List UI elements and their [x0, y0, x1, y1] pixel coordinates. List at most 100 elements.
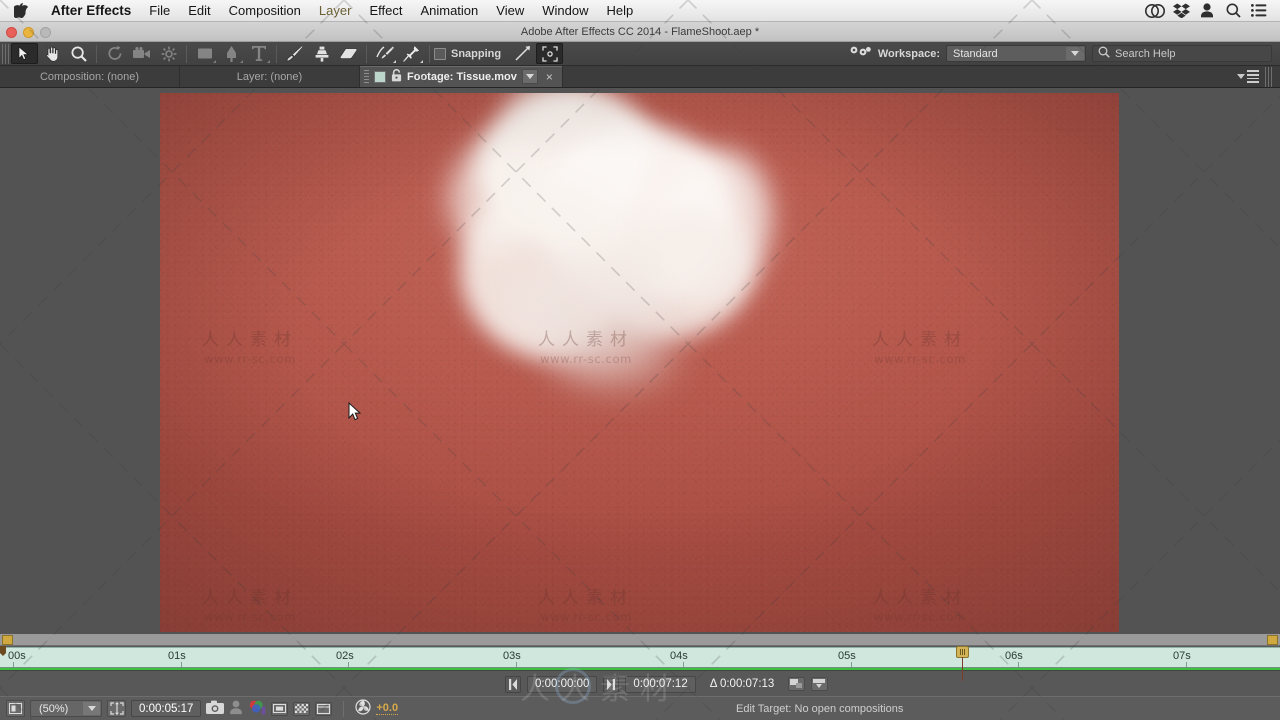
roto-brush-tool[interactable]: [371, 43, 398, 64]
menu-item-effect[interactable]: Effect: [360, 0, 411, 22]
close-button[interactable]: [6, 26, 17, 38]
panel-resize-grip[interactable]: [1265, 66, 1274, 87]
menu-item-after-effects[interactable]: After Effects: [42, 0, 140, 22]
selection-tool[interactable]: [11, 43, 38, 64]
pan-behind-tool[interactable]: [155, 43, 182, 64]
window-title-bar: Adobe After Effects CC 2014 - FlameShoot…: [0, 22, 1280, 42]
chevron-down-icon[interactable]: [83, 702, 100, 715]
transport-bar: 0:00:00:00 0:00:07:12 Δ 0:00:07:13: [0, 670, 1280, 696]
current-time-field[interactable]: 0:00:05:17: [131, 700, 202, 717]
workspace-dropdown[interactable]: Standard: [946, 45, 1086, 62]
creative-cloud-icon[interactable]: [1142, 0, 1168, 22]
current-time-indicator[interactable]: [956, 646, 969, 681]
footage-viewer-panel[interactable]: 人人素材 www.rr-sc.com 人人素材 www.rr-sc.com 人人…: [0, 88, 1280, 634]
menu-item-edit[interactable]: Edit: [179, 0, 219, 22]
magnification-dropdown[interactable]: (50%): [30, 700, 102, 717]
pen-tool[interactable]: [218, 43, 245, 64]
panel-menu-icon[interactable]: [1237, 70, 1259, 83]
time-ruler[interactable]: 00s 01s 02s 03s 04s 05s 06s 07s: [0, 647, 1280, 668]
ruler-tick-0: 00s: [8, 650, 26, 662]
window-controls: [6, 22, 51, 42]
menu-item-animation[interactable]: Animation: [411, 0, 487, 22]
dropbox-icon[interactable]: [1168, 0, 1194, 22]
toolbar-right-group: Workspace: Standard Search Help: [850, 45, 1280, 62]
rotation-tool[interactable]: [101, 43, 128, 64]
viewer-tab-bar: Composition: (none) Layer: (none) Footag…: [0, 66, 1280, 88]
work-area-start-handle[interactable]: [2, 635, 13, 645]
ruler-tick-7: 07s: [1173, 650, 1191, 662]
zoom-button[interactable]: [40, 26, 51, 38]
workspace-switch-icon[interactable]: [850, 45, 872, 62]
transparency-grid-icon[interactable]: [293, 701, 311, 716]
zoom-tool[interactable]: [65, 43, 92, 64]
chevron-down-icon[interactable]: [1066, 47, 1084, 60]
camera-tool[interactable]: [128, 43, 155, 64]
search-help-input[interactable]: Search Help: [1092, 45, 1272, 62]
eraser-tool[interactable]: [335, 43, 362, 64]
shape-tool[interactable]: [191, 43, 218, 64]
lock-icon[interactable]: [391, 68, 402, 85]
tab-dropdown-button[interactable]: [521, 69, 538, 84]
tab-layer[interactable]: Layer: (none): [180, 66, 360, 87]
toolbar-grip[interactable]: [2, 43, 11, 64]
tool-expand-corner: [420, 60, 423, 63]
menu-item-layer[interactable]: Layer: [310, 0, 361, 22]
hand-tool[interactable]: [38, 43, 65, 64]
status-left-icons: (50%) 0:00:05:17 +0.0: [0, 699, 399, 718]
work-area-end-handle[interactable]: [1267, 635, 1278, 645]
out-point-icon[interactable]: [603, 675, 620, 693]
search-icon: [1098, 46, 1110, 61]
menu-item-view[interactable]: View: [487, 0, 533, 22]
always-preview-this-view-icon[interactable]: [6, 700, 25, 717]
tab-layer-label: Layer: (none): [236, 70, 303, 83]
tab-drag-grip[interactable]: [364, 69, 369, 84]
tab-composition[interactable]: Composition: (none): [0, 66, 180, 87]
exposure-value[interactable]: +0.0: [376, 702, 399, 715]
resolution-icon[interactable]: [271, 701, 289, 716]
tab-close-icon[interactable]: ×: [543, 70, 556, 84]
after-effects-window: After Effects File Edit Composition Laye…: [0, 0, 1280, 720]
user-icon[interactable]: [1194, 0, 1220, 22]
playhead-line: [962, 657, 963, 681]
menu-item-window[interactable]: Window: [533, 0, 597, 22]
ruler-tick-1: 01s: [168, 650, 186, 662]
footage-image[interactable]: 人人素材 www.rr-sc.com 人人素材 www.rr-sc.com 人人…: [160, 93, 1119, 632]
type-tool[interactable]: [245, 43, 272, 64]
tool-divider: [96, 44, 97, 63]
exposure-icon[interactable]: [355, 699, 371, 718]
menu-item-help[interactable]: Help: [597, 0, 642, 22]
tab-composition-label: Composition: (none): [39, 70, 140, 83]
snapping-checkbox[interactable]: [434, 47, 446, 60]
snapping-arrow-icon[interactable]: [509, 43, 536, 64]
lift-work-area-icon[interactable]: [788, 677, 806, 691]
mouse-cursor-icon: [348, 401, 362, 427]
puppet-pin-tool[interactable]: [398, 43, 425, 64]
tool-divider: [366, 44, 367, 63]
minimize-button[interactable]: [23, 26, 34, 38]
apple-logo-icon[interactable]: [14, 2, 30, 19]
menu-item-composition[interactable]: Composition: [220, 0, 310, 22]
tab-footage-label: Footage: Tissue.mov: [407, 70, 517, 83]
notification-center-icon[interactable]: [1246, 0, 1272, 22]
search-help-placeholder: Search Help: [1115, 47, 1176, 60]
tool-expand-corner: [393, 60, 396, 63]
clone-stamp-tool[interactable]: [308, 43, 335, 64]
out-point-field[interactable]: 0:00:07:12: [625, 675, 696, 693]
spotlight-search-icon[interactable]: [1220, 0, 1246, 22]
ruler-tick-6: 06s: [1005, 650, 1023, 662]
in-point-icon[interactable]: [505, 675, 521, 693]
time-ruler-top-strip: [0, 634, 1280, 646]
region-of-interest-icon[interactable]: [107, 700, 126, 717]
edit-target-status: Edit Target: No open compositions: [736, 703, 904, 715]
take-snapshot-icon[interactable]: [206, 700, 225, 717]
duration-field[interactable]: Δ 0:00:07:13: [702, 676, 783, 693]
tab-footage[interactable]: Footage: Tissue.mov ×: [360, 66, 563, 87]
brush-tool[interactable]: [281, 43, 308, 64]
show-snapshot-icon[interactable]: [229, 700, 243, 718]
show-channel-icon[interactable]: [248, 700, 266, 718]
extract-work-area-icon[interactable]: [811, 677, 829, 691]
menu-item-file[interactable]: File: [140, 0, 179, 22]
snapping-bounding-box-icon[interactable]: [536, 43, 564, 64]
view-layout-icon[interactable]: [315, 701, 333, 716]
tool-divider: [186, 44, 187, 63]
